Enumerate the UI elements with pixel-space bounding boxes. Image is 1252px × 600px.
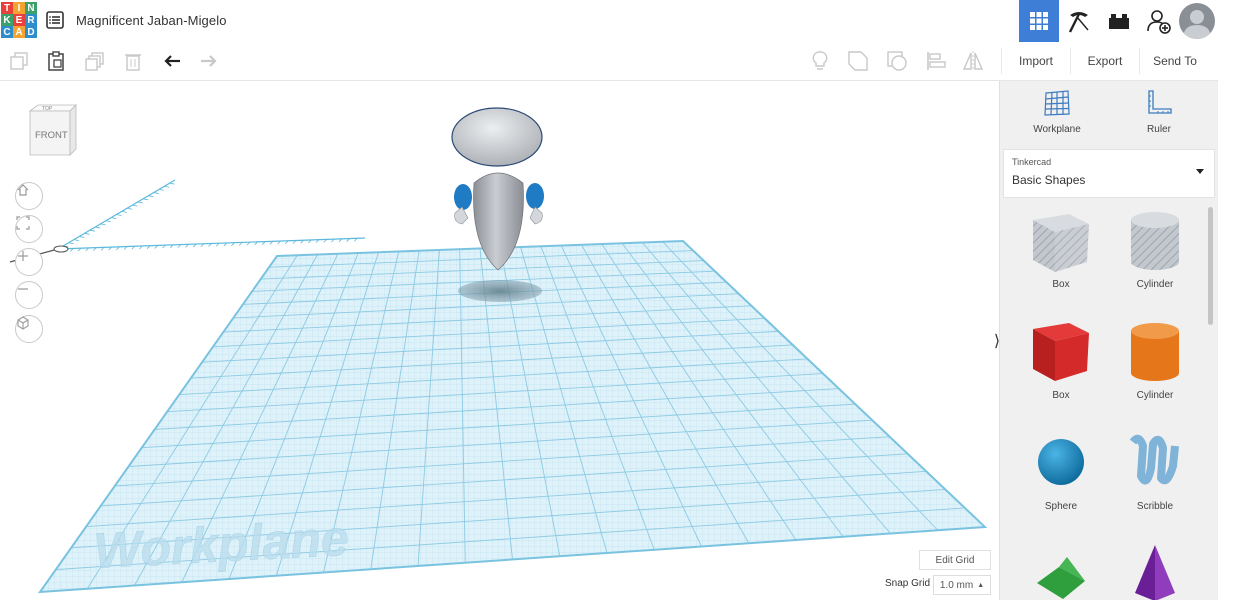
logo-letter: T [1,2,13,14]
ruler-tick [111,217,117,220]
workplane-tool-label: Workplane [1033,124,1081,135]
align-icon[interactable] [925,50,947,72]
shape-library-select[interactable]: Tinkercad Basic Shapes [1003,149,1215,198]
ruler-tick [68,242,74,245]
perspective-icon[interactable] [15,315,43,343]
pickaxe-icon[interactable] [1059,0,1099,42]
ruler-tick [84,232,90,235]
brick-icon[interactable] [1099,0,1139,42]
logo-letter: R [25,14,37,26]
top-bar: TINKERCAD Magnificent Jaban-Migelo [0,0,1218,43]
fit-view-icon[interactable] [15,215,43,243]
ruler-tick [143,198,149,201]
scribble-shape[interactable]: Scribble [1115,426,1195,512]
logo-letter: N [25,2,37,14]
ruler-tick [164,185,170,188]
design-title[interactable]: Magnificent Jaban-Migelo [76,13,227,28]
viewcube-front-label: FRONT [35,130,68,141]
workplane-tool[interactable]: Workplane [1027,89,1087,135]
ruler-tick [79,236,85,238]
snap-grid-value: 1.0 mm [939,579,974,591]
shape-label: Cylinder [1136,279,1174,290]
zoom-in-icon[interactable] [15,248,43,276]
shapes-scrollbar[interactable] [1208,207,1213,325]
pyramid-shape[interactable] [1115,537,1195,600]
ruler-overlay[interactable] [9,179,366,263]
workplane-icon [1044,90,1070,116]
import-button[interactable]: Import [1001,48,1070,74]
library-source: Tinkercad [1012,157,1052,167]
ruler-tool[interactable]: Ruler [1129,89,1189,135]
cylinder-shape[interactable]: Cylinder [1115,315,1195,401]
logo-letter: K [1,14,13,26]
ruler-tick [100,223,106,226]
ruler-tick [73,239,80,241]
shape-label: Sphere [1044,501,1078,512]
cylinder-hole-shape[interactable]: Cylinder [1115,204,1195,290]
logo-letter: D [25,26,37,38]
home-icon[interactable] [15,182,43,210]
light-bulb-icon[interactable] [809,50,831,72]
box-shape[interactable]: Box [1021,315,1101,401]
ruler-tick [89,229,95,232]
zoom-out-icon[interactable] [15,281,43,309]
viewcube-top-label: TOP [42,106,53,112]
ruler-tool-label: Ruler [1147,124,1171,135]
logo-letter: I [13,2,25,14]
ruler-tick [169,182,175,185]
ruler-tick [153,192,159,194]
snap-grid-label: Snap Grid [885,578,931,589]
logo-letter: A [13,26,25,38]
delete-icon[interactable] [122,50,144,72]
avatar[interactable] [1179,3,1215,39]
page-margin [1218,0,1252,600]
ruler-tick [132,204,138,207]
shape-label: Cylinder [1136,390,1174,401]
shape-icon[interactable] [847,50,869,72]
dropdown-caret-icon [1196,169,1204,174]
tinkercad-app: TINKERCAD Magnificent Jaban-Migelo Impor… [0,0,1218,600]
design-list-icon[interactable] [46,11,64,29]
shape-label: Box [1052,279,1070,290]
copy-icon[interactable] [8,50,30,72]
ruler-tick [95,226,101,229]
edit-grid-button[interactable]: Edit Grid [919,550,991,570]
tinkercad-logo[interactable]: TINKERCAD [1,2,37,38]
group-icon[interactable] [886,50,908,72]
mirror-icon[interactable] [962,50,984,72]
snap-grid-select[interactable]: 1.0 mm ▲ [933,575,991,595]
ruler-tick [116,214,122,216]
redo-icon[interactable] [198,50,220,72]
duplicate-icon[interactable] [84,50,106,72]
add-user-icon[interactable] [1139,0,1179,42]
ruler-icon [1148,90,1172,114]
undo-icon[interactable] [161,50,183,72]
library-name: Basic Shapes [1012,173,1086,187]
ruler-tick [137,201,143,204]
ruler-tick [121,210,127,213]
ruler-tick [127,207,133,210]
shape-label: Scribble [1136,501,1174,512]
view-cube[interactable]: TOP FRONT [26,103,78,163]
workplane-viewport[interactable]: Workplane TOP FRONT [0,81,998,600]
logo-letter: E [13,14,25,26]
object-shadow [458,280,542,302]
box-hole-shape[interactable]: Box [1021,204,1101,290]
caret-up-icon: ▲ [977,581,985,589]
ruler-tick [148,195,154,198]
export-button[interactable]: Export [1070,48,1139,74]
grid-view-icon[interactable] [1019,0,1059,42]
shapes-grid: Box Cylinder Box Cylinder Sphere Scribble [1000,204,1210,600]
edit-toolbar: Import Export Send To [0,42,1218,81]
ruler-tick [158,189,165,191]
logo-letter: C [1,26,13,38]
paste-icon[interactable] [45,50,67,72]
sphere-shape[interactable]: Sphere [1021,426,1101,512]
send-to-button[interactable]: Send To [1139,48,1210,74]
shapes-panel: Workplane Ruler Tinkercad Basic Shapes B… [999,81,1218,600]
shape-label: Box [1052,390,1070,401]
ruler-tick [105,220,111,223]
roof-shape[interactable] [1021,537,1101,600]
